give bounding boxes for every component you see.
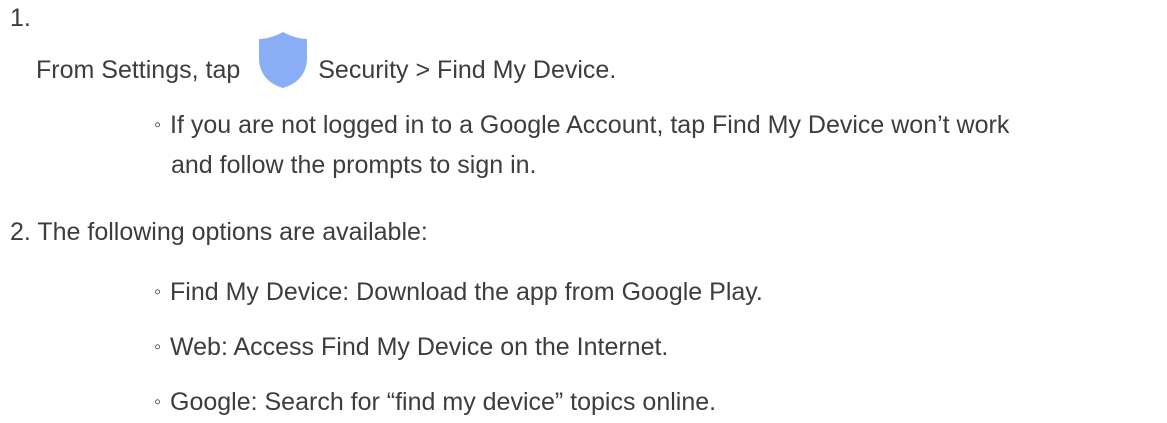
- step-1-number: 1.: [10, 4, 31, 32]
- bullet: ◦: [154, 391, 162, 413]
- step-2-instruction: 2. The following options are available:: [10, 218, 428, 246]
- step-1-text-after: Security > Find My Device.: [318, 56, 617, 84]
- sub-item-google-account: ◦ If you are not logged in to a Google Ac…: [154, 106, 1154, 184]
- option-google: ◦ Google: Search for “find my device” top…: [154, 383, 1154, 423]
- shield-icon: [254, 30, 312, 90]
- step-1-instruction: From Settings, tap Security > Find My De…: [36, 32, 617, 100]
- bullet: ◦: [154, 114, 162, 136]
- sub-item-text-line-2: and follow the prompts to sign in.: [171, 151, 537, 179]
- bullet: ◦: [154, 281, 162, 303]
- option-text: Find My Device: Download the app from Go…: [170, 278, 763, 306]
- option-find-my-device: ◦ Find My Device: Download the app from G…: [154, 273, 1154, 313]
- sub-item-text-line-1: If you are not logged in to a Google Acc…: [170, 111, 1010, 139]
- bullet: ◦: [154, 336, 162, 358]
- option-text: Google: Search for “find my device” topi…: [170, 388, 717, 416]
- option-text: Web: Access Find My Device on the Intern…: [170, 333, 669, 361]
- option-web: ◦ Web: Access Find My Device on the Inter…: [154, 328, 1154, 368]
- step-1-text-before: From Settings, tap: [36, 56, 241, 84]
